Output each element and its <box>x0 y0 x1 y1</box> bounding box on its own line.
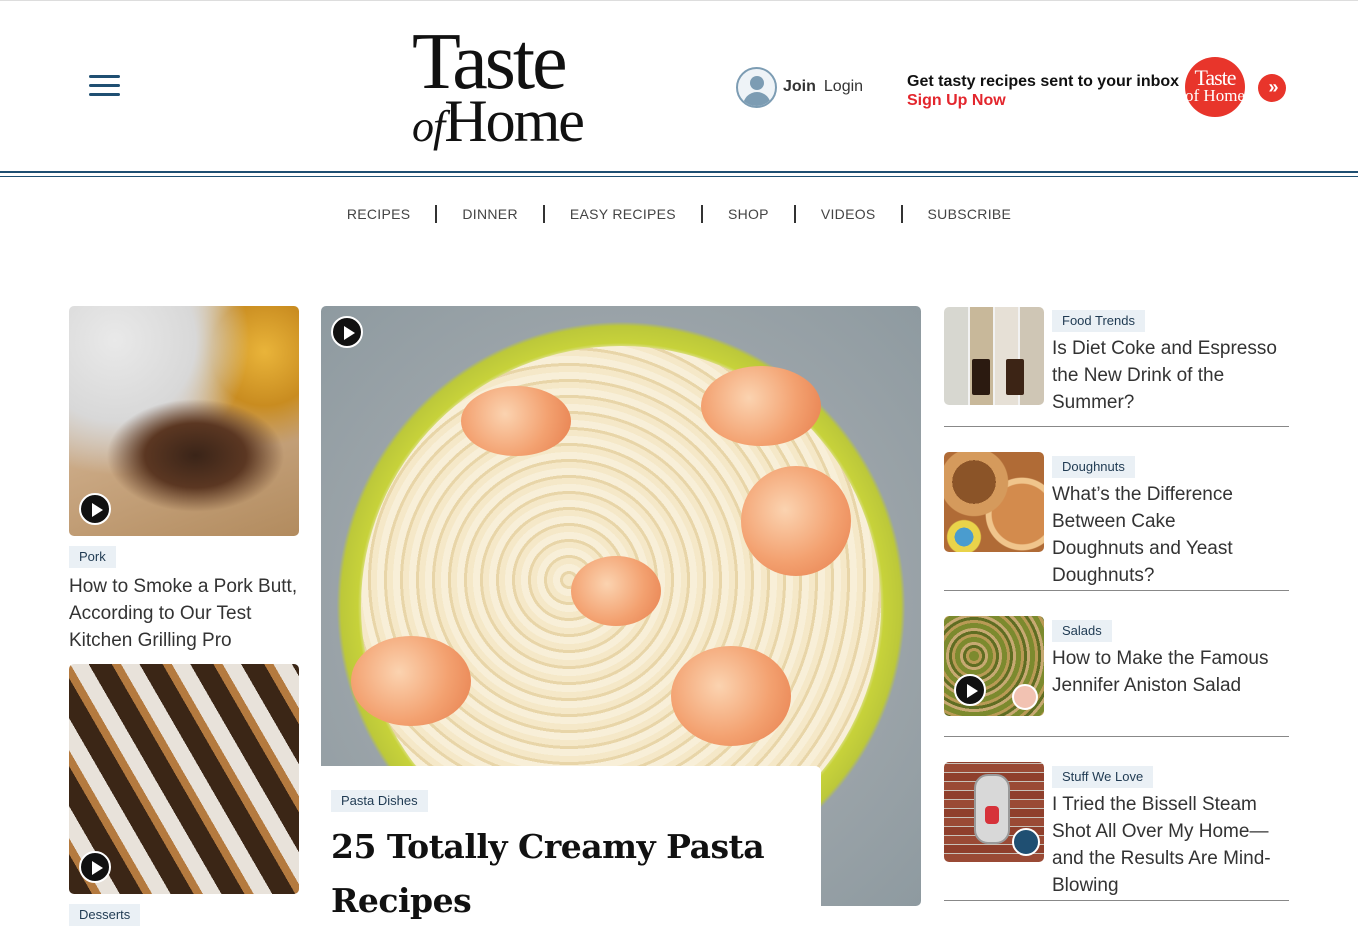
newsletter-signup-link[interactable]: Sign Up Now <box>907 91 1179 111</box>
pork-butt-image[interactable] <box>69 306 299 536</box>
join-link[interactable]: Join <box>783 78 816 96</box>
account-links: Join Login <box>736 66 863 108</box>
logo-home: Home <box>444 88 585 154</box>
user-avatar-icon[interactable] <box>736 66 777 108</box>
shrimp-shape <box>461 386 571 456</box>
divider <box>944 900 1289 901</box>
logo-line-home: ofHome <box>412 88 585 157</box>
site-logo[interactable]: Taste ofHome <box>412 18 612 151</box>
logo-line-taste: Taste <box>412 18 568 106</box>
featured-title[interactable]: 25 Totally Creamy Pasta Recipes <box>331 820 811 928</box>
header-divider-thin <box>0 176 1358 177</box>
nav-item-videos[interactable]: VIDEOS <box>793 205 901 223</box>
nav-item-shop[interactable]: SHOP <box>700 205 794 223</box>
shrimp-shape <box>741 466 851 576</box>
logo-of: of <box>412 102 445 151</box>
newsletter-logo-badge[interactable]: Taste of Home <box>1185 57 1245 117</box>
article-title[interactable]: How to Smoke a Pork Butt, According to O… <box>69 573 299 654</box>
drink-cup <box>972 359 990 395</box>
menu-icon[interactable] <box>89 75 120 99</box>
play-video-icon[interactable] <box>79 851 111 883</box>
article-title[interactable]: I Tried the Bissell Steam Shot All Over … <box>1052 791 1292 899</box>
login-link[interactable]: Login <box>824 78 863 96</box>
category-tag[interactable]: Doughnuts <box>1052 456 1135 478</box>
category-tag[interactable]: Food Trends <box>1052 310 1145 332</box>
divider <box>944 736 1289 737</box>
steam-cleaner-shape <box>974 774 1010 844</box>
newsletter-text: Get tasty recipes sent to your inbox <box>907 73 1180 90</box>
main-nav: RECIPES DINNER EASY RECIPES SHOP VIDEOS … <box>0 205 1358 223</box>
double-chevron-right-icon[interactable]: » <box>1258 74 1286 102</box>
header-divider <box>0 171 1358 173</box>
play-video-icon[interactable] <box>79 493 111 525</box>
category-tag[interactable]: Salads <box>1052 620 1112 642</box>
shrimp-shape <box>701 366 821 446</box>
pretzel-bars-image[interactable] <box>69 664 299 894</box>
drink-cup <box>1006 359 1024 395</box>
article-title[interactable]: How to Make the Famous Jennifer Aniston … <box>1052 645 1292 699</box>
article-title[interactable]: Is Diet Coke and Espresso the New Drink … <box>1052 335 1292 416</box>
salad-thumbnail[interactable] <box>944 616 1044 716</box>
category-tag[interactable]: Desserts <box>69 904 141 926</box>
play-video-icon[interactable] <box>331 316 363 348</box>
category-tag[interactable]: Pork <box>69 546 116 568</box>
site-header: Taste ofHome Join Login Get tasty recipe… <box>0 0 1358 177</box>
person-avatar <box>1012 684 1038 710</box>
brand-badge <box>1012 828 1040 856</box>
badge-line2: of Home <box>1185 86 1245 105</box>
article-title[interactable]: What’s the Difference Between Cake Dough… <box>1052 481 1272 589</box>
shrimp-shape <box>571 556 661 626</box>
category-tag[interactable]: Stuff We Love <box>1052 766 1154 788</box>
newsletter-promo: Get tasty recipes sent to your inbox Sig… <box>907 73 1179 111</box>
diet-coke-espresso-thumbnail[interactable] <box>944 307 1044 405</box>
nav-item-recipes[interactable]: RECIPES <box>322 205 436 223</box>
play-video-icon[interactable] <box>954 674 986 706</box>
nav-item-subscribe[interactable]: SUBSCRIBE <box>900 205 1037 223</box>
featured-category-tag[interactable]: Pasta Dishes <box>331 790 428 812</box>
steam-cleaner-thumbnail[interactable] <box>944 762 1044 862</box>
doughnuts-thumbnail[interactable] <box>944 452 1044 552</box>
divider <box>944 590 1289 591</box>
nav-item-dinner[interactable]: DINNER <box>435 205 542 223</box>
nav-item-easy-recipes[interactable]: EASY RECIPES <box>542 205 701 223</box>
shrimp-shape <box>671 646 791 746</box>
divider <box>944 426 1289 427</box>
shrimp-shape <box>351 636 471 726</box>
